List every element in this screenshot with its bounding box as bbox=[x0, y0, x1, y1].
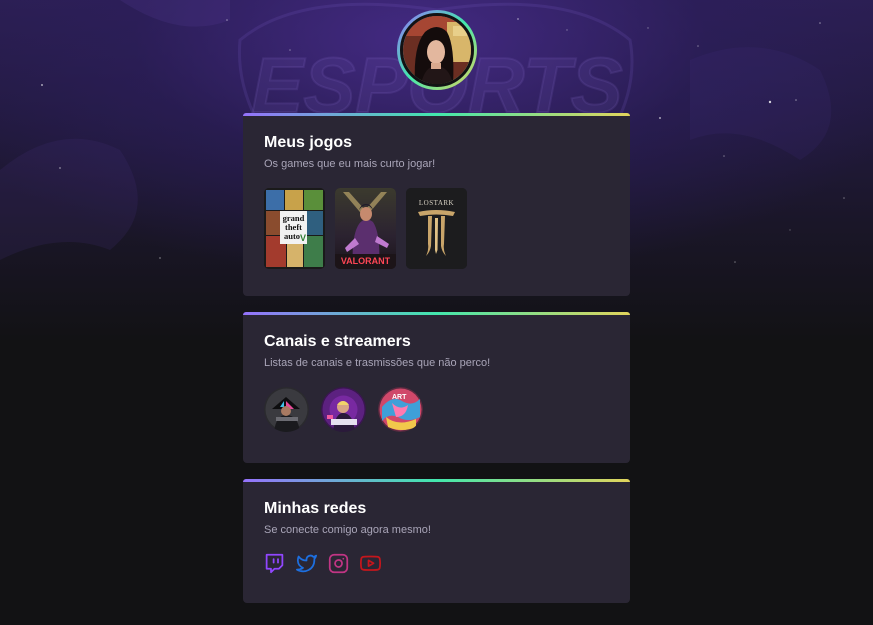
games-card-title: Meus jogos bbox=[264, 134, 353, 151]
profile-avatar bbox=[400, 13, 474, 87]
channel-avatar-3[interactable]: ART bbox=[378, 387, 423, 432]
instagram-icon[interactable] bbox=[328, 553, 349, 574]
profile-avatar-ring bbox=[397, 10, 477, 90]
gta-line-3: auto bbox=[284, 231, 300, 241]
channel-avatar-2[interactable] bbox=[321, 387, 366, 432]
games-card-subtitle: Os games que eu mais curto jogar! bbox=[264, 158, 436, 170]
youtube-icon[interactable] bbox=[360, 553, 381, 574]
twitter-icon[interactable] bbox=[296, 553, 317, 574]
socials-card-subtitle: Se conecte comigo agora mesmo! bbox=[264, 524, 431, 536]
channel-avatar-1[interactable] bbox=[264, 387, 309, 432]
twitch-icon[interactable] bbox=[264, 553, 285, 574]
channels-card-subtitle: Listas de canais e trasmissões que não p… bbox=[264, 357, 491, 369]
game-valorant[interactable]: VALORANT bbox=[335, 188, 396, 269]
channels-card-title: Canais e streamers bbox=[264, 333, 411, 350]
socials-card: Minhas redes Se conecte comigo agora mes… bbox=[243, 479, 630, 603]
channel-3-label: ART bbox=[392, 394, 407, 401]
gta-v-cover: grand theft auto V bbox=[264, 188, 325, 269]
social-links bbox=[264, 553, 609, 574]
socials-card-title: Minhas redes bbox=[264, 500, 367, 517]
lost-ark-logo: LOSTARK bbox=[419, 199, 454, 207]
game-gta-v[interactable]: grand theft auto V bbox=[264, 188, 325, 269]
valorant-logo: VALORANT bbox=[341, 256, 391, 266]
game-lost-ark[interactable]: LOSTARK bbox=[406, 188, 467, 269]
lost-ark-cover: LOSTARK bbox=[406, 188, 467, 269]
games-card: Meus jogos Os games que eu mais curto jo… bbox=[243, 113, 630, 296]
gta-badge: V bbox=[300, 233, 306, 243]
channels-list: ART bbox=[264, 387, 609, 432]
valorant-cover: VALORANT bbox=[335, 188, 396, 269]
channels-card: Canais e streamers Listas de canais e tr… bbox=[243, 312, 630, 463]
games-list: grand theft auto V VALORANT LOSTARK bbox=[264, 188, 609, 269]
